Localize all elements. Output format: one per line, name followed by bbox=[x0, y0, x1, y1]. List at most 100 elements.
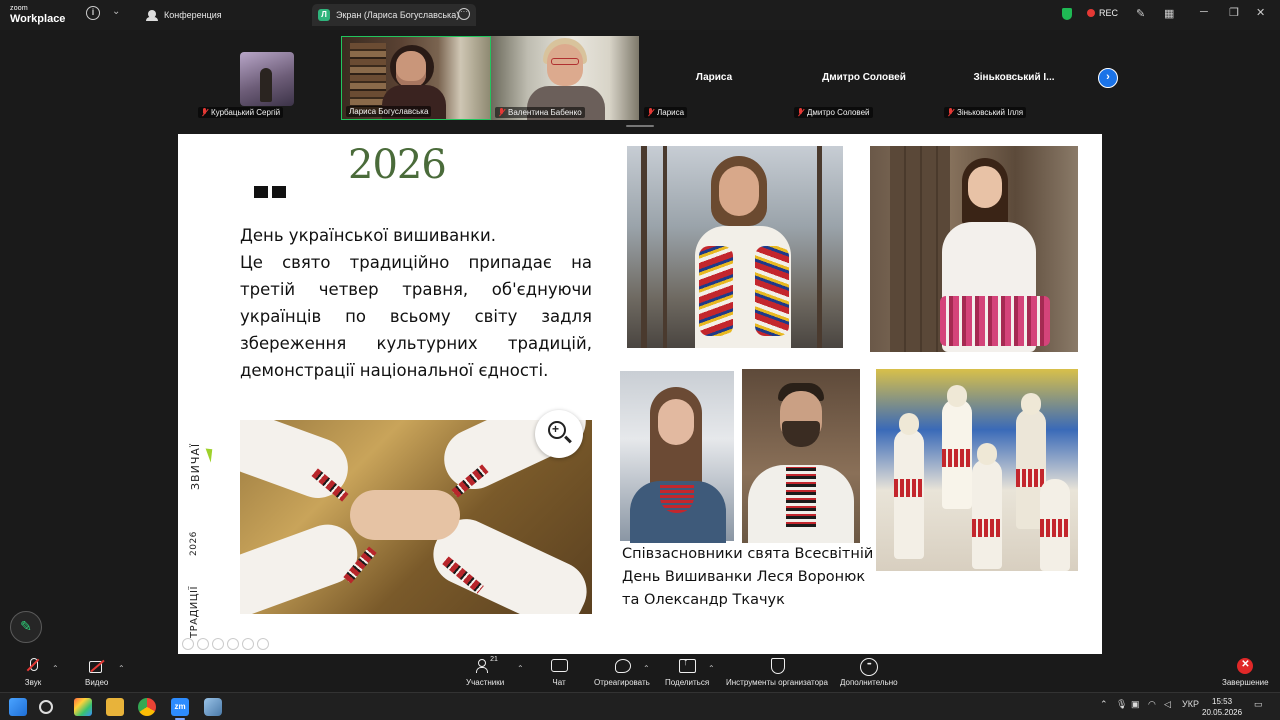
mouse-pointer-icon bbox=[205, 446, 217, 463]
keyboard-language[interactable]: УКР bbox=[1182, 699, 1199, 709]
restore-button[interactable]: ❐ bbox=[1229, 6, 1239, 19]
vertical-label-year: 2026 bbox=[189, 531, 199, 556]
mic-muted-icon bbox=[797, 108, 804, 117]
tray-chevron-icon[interactable]: ⌃ bbox=[1100, 699, 1108, 710]
zoom-slide-icon[interactable] bbox=[242, 638, 254, 650]
end-label: Завершение bbox=[1222, 678, 1269, 687]
minimize-button[interactable]: ─ bbox=[1200, 6, 1208, 18]
participant-video-active-speaker[interactable]: Лариса Богуславська bbox=[341, 36, 491, 120]
chat-label: Чат bbox=[552, 678, 566, 687]
tray-volume-icon[interactable]: ◁ bbox=[1164, 699, 1171, 710]
participant-tile[interactable]: Зіньковський І... Зіньковський Ілля bbox=[940, 36, 1088, 120]
participant-tile[interactable]: Дмитро Соловей Дмитро Соловей bbox=[790, 36, 938, 120]
search-icon[interactable] bbox=[39, 700, 53, 714]
react-button[interactable]: Отреагировать bbox=[594, 658, 650, 687]
participant-count: 21 bbox=[490, 656, 498, 663]
info-icon[interactable]: i bbox=[86, 6, 100, 20]
slide-body-text: Це свято традиційно припадає на третій ч… bbox=[240, 253, 592, 380]
participant-tile[interactable]: Лариса Лариса bbox=[640, 36, 788, 120]
photo-joined-hands bbox=[240, 420, 592, 614]
gallery-next-button[interactable]: › bbox=[1098, 68, 1118, 88]
record-dot-icon bbox=[1087, 9, 1095, 17]
tab-conference[interactable]: Конференция bbox=[140, 4, 310, 26]
clock-date: 20.05.2026 bbox=[1202, 708, 1243, 717]
tab-screen-share[interactable]: Л Экран (Лариса Богуславська) ··· bbox=[312, 4, 476, 26]
participants-button[interactable]: 21 Участники bbox=[466, 656, 504, 687]
meeting-controls: Звук ⌃ Видео ⌃ 21 Участники ⌃ Чат Отреаг… bbox=[0, 654, 1280, 692]
participant-tile[interactable]: Курбацький Сергій bbox=[194, 36, 340, 120]
zoom-app-icon[interactable]: zm bbox=[171, 698, 189, 716]
chevron-down-icon[interactable]: ⌄ bbox=[112, 6, 120, 17]
mic-muted-icon bbox=[947, 108, 954, 117]
participant-video[interactable]: Валентина Бабенко bbox=[491, 36, 639, 120]
participant-label: Курбацький Сергій bbox=[198, 107, 284, 118]
end-call-icon bbox=[1237, 658, 1254, 674]
app-icon[interactable] bbox=[204, 698, 222, 716]
audio-button[interactable]: Звук bbox=[24, 658, 42, 687]
vertical-label-customs: ЗВИЧАЇ bbox=[189, 442, 202, 490]
windows-taskbar: zm ⌃ 🎙 ▣ ◠ ◁ УКР 15:53 20.05.2026 ▭ bbox=[0, 692, 1280, 720]
participant-label: Лариса Богуславська bbox=[346, 106, 432, 117]
chat-button[interactable]: Чат bbox=[550, 658, 568, 687]
slides-grid-icon[interactable] bbox=[227, 638, 239, 650]
chrome-icon[interactable] bbox=[138, 698, 156, 716]
participant-label: Валентина Бабенко bbox=[495, 107, 585, 118]
participants-options-caret[interactable]: ⌃ bbox=[517, 664, 524, 673]
react-options-caret[interactable]: ⌃ bbox=[643, 664, 650, 673]
chat-bubble-icon bbox=[550, 658, 568, 674]
title-bar: zoom Workplace i ⌄ Конференция Л Экран (… bbox=[0, 0, 1280, 30]
slide-toolbar bbox=[182, 638, 269, 650]
clock-time: 15:53 bbox=[1212, 697, 1233, 706]
tray-network-icon[interactable]: ▣ bbox=[1131, 699, 1140, 710]
photo-woman-vyshyvanka bbox=[627, 146, 843, 348]
shield-icon bbox=[768, 658, 786, 674]
tray-mic-icon[interactable]: 🎙 bbox=[1116, 699, 1127, 710]
microphone-muted-icon bbox=[24, 658, 42, 674]
security-shield-icon[interactable] bbox=[1062, 8, 1072, 20]
quote-mark-icon bbox=[254, 186, 286, 198]
more-dots-icon bbox=[859, 658, 878, 676]
slide-more-icon[interactable] bbox=[257, 638, 269, 650]
resize-handle[interactable] bbox=[626, 125, 654, 127]
share-options-caret[interactable]: ⌃ bbox=[708, 664, 715, 673]
file-explorer-icon[interactable] bbox=[106, 698, 124, 716]
view-grid-icon[interactable]: ▦ bbox=[1164, 7, 1174, 20]
more-options-icon[interactable]: ··· bbox=[458, 8, 470, 20]
recording-indicator[interactable]: REC bbox=[1087, 8, 1118, 18]
system-clock[interactable]: 15:53 20.05.2026 bbox=[1202, 696, 1242, 718]
share-button[interactable]: Поделиться bbox=[665, 657, 709, 687]
tab-screen-label: Экран (Лариса Богуславська) bbox=[336, 10, 460, 20]
audio-label: Звук bbox=[24, 678, 42, 687]
close-button[interactable]: ✕ bbox=[1256, 6, 1265, 19]
rec-label: REC bbox=[1099, 8, 1119, 18]
participant-label: Дмитро Соловей bbox=[794, 107, 873, 118]
end-meeting-button[interactable]: Завершение bbox=[1222, 658, 1269, 687]
slide-body: День української вишиванки. Це свято тра… bbox=[240, 222, 592, 384]
zoom-in-button[interactable]: + bbox=[535, 410, 583, 458]
participant-name: Лариса Богуславська bbox=[349, 107, 429, 116]
participant-name: Лариса bbox=[657, 108, 685, 117]
react-label: Отреагировать bbox=[594, 678, 650, 687]
annotate-pen-icon[interactable]: ✎ bbox=[1136, 7, 1145, 20]
pen-tool-icon[interactable] bbox=[212, 638, 224, 650]
mic-muted-icon bbox=[201, 108, 208, 117]
audio-options-caret[interactable]: ⌃ bbox=[52, 664, 59, 673]
mic-muted-icon bbox=[498, 108, 505, 117]
video-options-caret[interactable]: ⌃ bbox=[118, 664, 125, 673]
windows-start-icon[interactable] bbox=[9, 698, 27, 716]
annotate-pencil-button[interactable]: ✎ bbox=[10, 611, 42, 643]
host-tools-button[interactable]: Инструменты организатора bbox=[726, 658, 828, 687]
next-slide-icon[interactable] bbox=[197, 638, 209, 650]
reaction-heart-icon bbox=[613, 658, 631, 674]
notifications-icon[interactable]: ▭ bbox=[1254, 699, 1263, 710]
tab-conference-label: Конференция bbox=[164, 10, 222, 20]
more-button[interactable]: Дополнительно bbox=[840, 658, 898, 687]
prev-slide-icon[interactable] bbox=[182, 638, 194, 650]
people-icon bbox=[146, 9, 158, 21]
mic-muted-icon bbox=[647, 108, 654, 117]
video-button[interactable]: Видео bbox=[85, 658, 108, 687]
tray-wifi-icon[interactable]: ◠ bbox=[1148, 699, 1156, 710]
copilot-icon[interactable] bbox=[74, 698, 92, 716]
photo-motanka-dolls bbox=[876, 369, 1078, 571]
participant-label: Зіньковський Ілля bbox=[944, 107, 1027, 118]
